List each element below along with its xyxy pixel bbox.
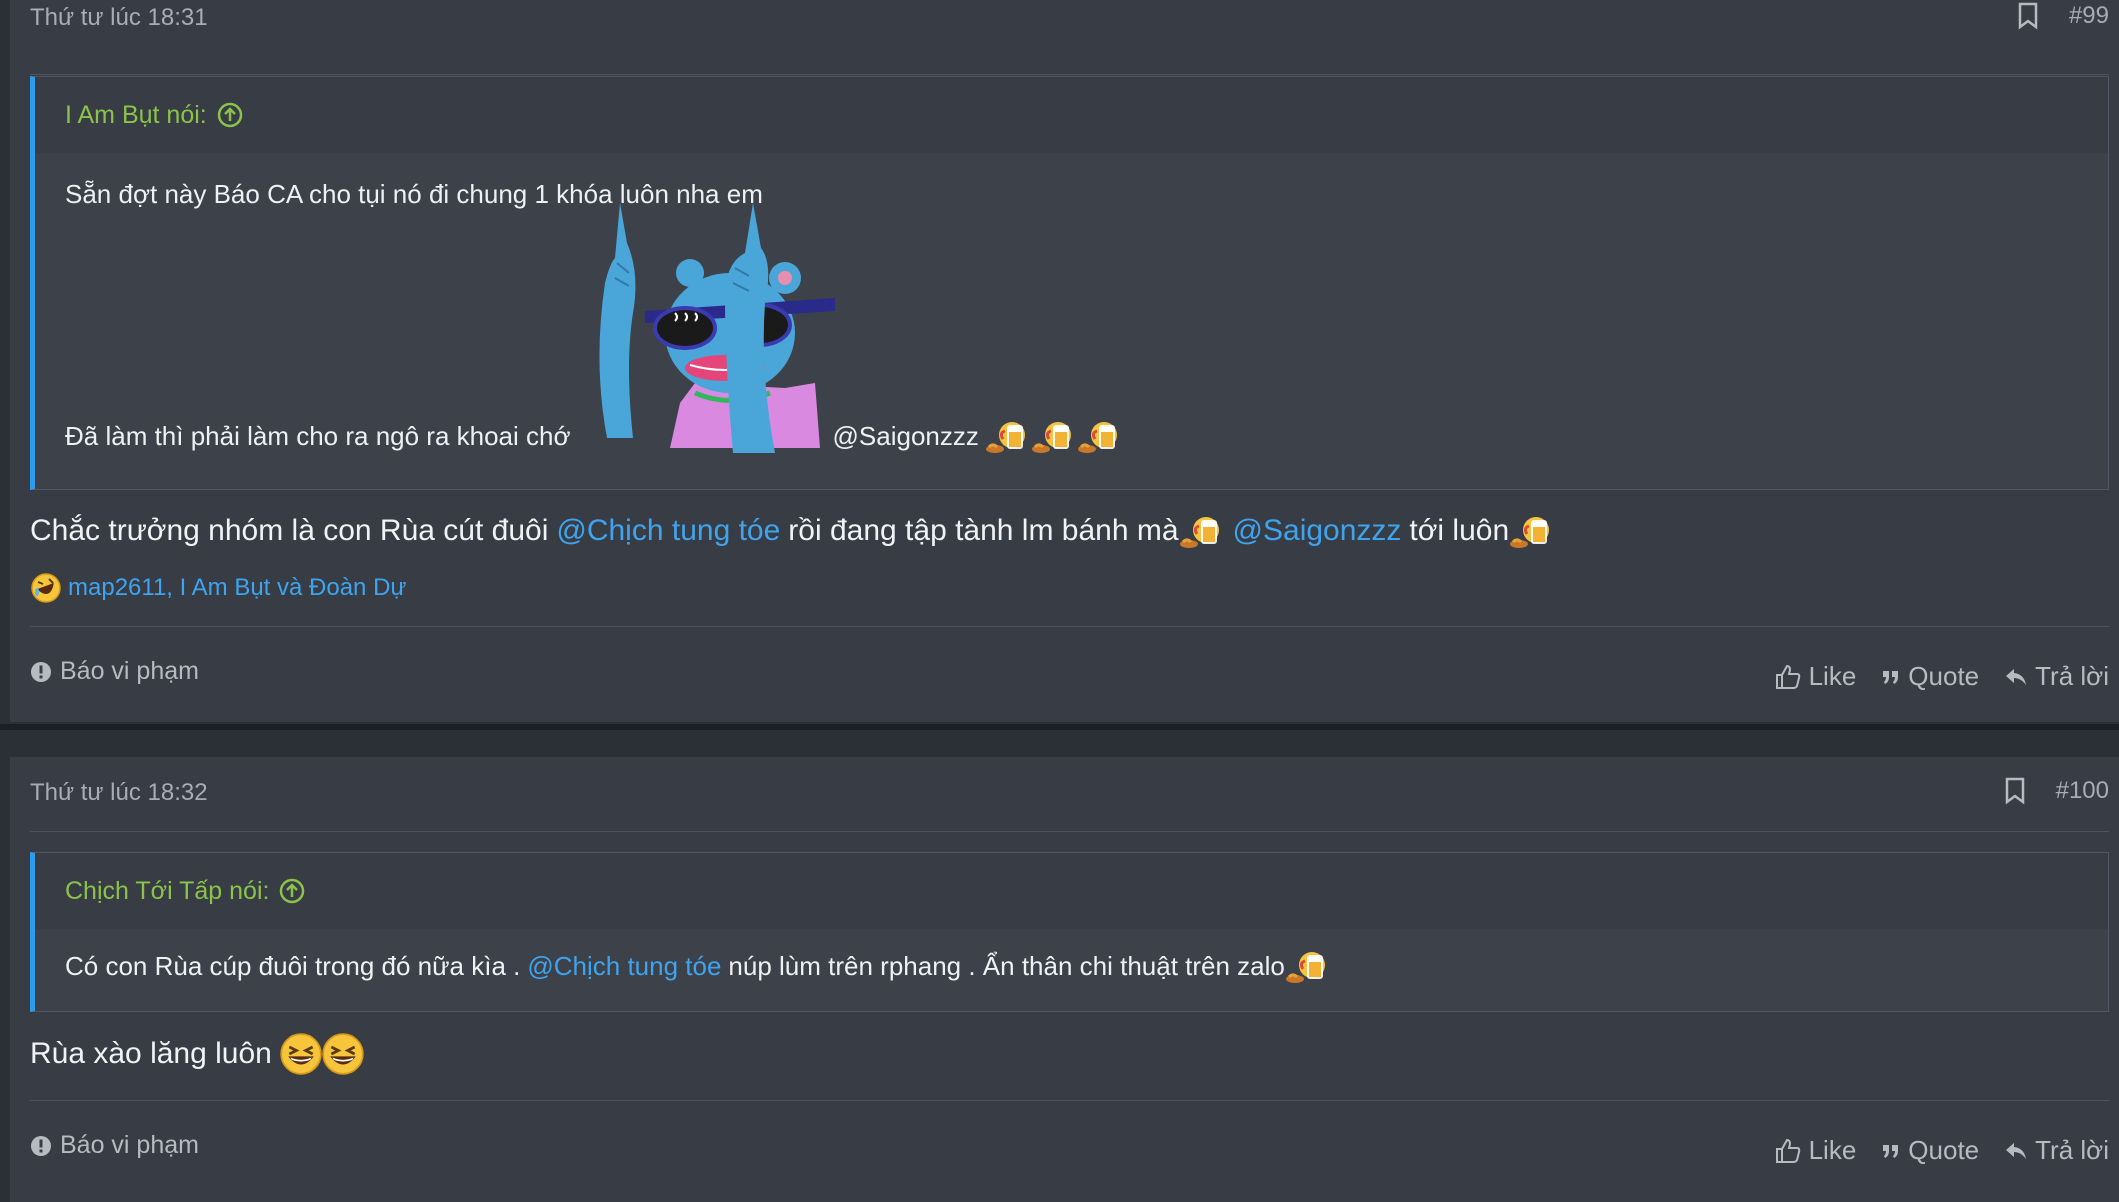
post-actions: Like Quote Trả lời	[1775, 1135, 2109, 1166]
arrow-up-circle-icon[interactable]	[217, 102, 243, 128]
beer-emoji	[984, 420, 1027, 455]
post-body-text-3: tới luôn	[1409, 514, 1510, 547]
like-label: Like	[1808, 1135, 1857, 1165]
arrow-up-circle-icon[interactable]	[279, 878, 305, 904]
mention-chich-tung-toe[interactable]: @Chịch tung tóe	[556, 514, 780, 548]
beer-emoji	[1509, 515, 1551, 550]
post-body-text-2: rồi đang tập tành lm bánh mà	[788, 514, 1179, 547]
bookmark-icon[interactable]	[2004, 777, 2026, 805]
quote-header: I Am Bụt nói:	[35, 77, 2108, 153]
post-actions: Like Quote Trả lời	[1775, 661, 2109, 692]
reply-icon	[2006, 668, 2027, 685]
post-header-right: #100	[2004, 777, 2109, 805]
report-button[interactable]: Báo vi phạm	[30, 657, 199, 686]
quote-text-2: núp lùm trên rphang . Ẩn thân chi thuật …	[728, 950, 1285, 981]
grinning-emoji	[321, 1033, 364, 1075]
sticker-image	[599, 203, 835, 453]
post-footer: Báo vi phạm Like Quote Trả lời	[30, 626, 2109, 723]
quote-line: Có con Rùa cúp đuôi trong đó nữa kìa . @…	[65, 947, 1329, 985]
post-separator	[0, 724, 2119, 730]
quote-line-2-text: Đã làm thì phải làm cho ra ngô ra khoai …	[65, 420, 571, 451]
beer-emoji	[1284, 950, 1327, 985]
reply-label: Trả lời	[2035, 661, 2109, 691]
like-button[interactable]: Like	[1775, 661, 1857, 692]
quote-icon	[1883, 670, 1899, 684]
reply-button[interactable]: Trả lời	[2005, 661, 2109, 692]
post-date[interactable]: Thứ tư lúc 18:31	[30, 4, 208, 32]
quote-author[interactable]: Chịch Tới Tấp nói:	[65, 877, 269, 906]
mention-saigonzzz[interactable]: @Saigonzzz	[833, 421, 979, 452]
quote-block: Chịch Tới Tấp nói: Có con Rùa cúp đuôi t…	[30, 852, 2109, 1012]
reply-icon	[2006, 1142, 2027, 1159]
quote-block: I Am Bụt nói: Sẵn đợt này Báo CA cho tụi…	[30, 76, 2109, 490]
post-footer: Báo vi phạm Like Quote Trả lời	[30, 1100, 2109, 1197]
quote-header: Chịch Tới Tấp nói:	[35, 853, 2108, 929]
quote-button[interactable]: Quote	[1882, 661, 1979, 692]
reaction-summary: map2611, I Am Bụt và Đoàn Dự	[30, 572, 406, 604]
post-body-text: Rùa xào lăng luôn	[30, 1037, 272, 1070]
mention-saigonzzz[interactable]: @Saigonzzz	[1233, 514, 1402, 548]
post-body: Chắc trưởng nhóm là con Rùa cút đuôi @Ch…	[30, 512, 1553, 550]
report-label: Báo vi phạm	[60, 1131, 199, 1159]
post-header-right: #99	[2017, 2, 2109, 30]
post-date[interactable]: Thứ tư lúc 18:32	[30, 779, 208, 807]
post-99: Thứ tư lúc 18:31 #99 I Am Bụt nói: Sẵn đ…	[10, 0, 2119, 722]
warning-icon	[31, 661, 51, 682]
bookmark-icon[interactable]	[2017, 2, 2039, 30]
quote-line-2: Đã làm thì phải làm cho ra ngô ra khoai …	[65, 417, 1121, 455]
quote-author[interactable]: I Am Bụt nói:	[65, 101, 207, 130]
reply-label: Trả lời	[2035, 1135, 2109, 1165]
post-header: Thứ tư lúc 18:31 #99	[30, 0, 2109, 75]
thumbs-up-icon	[1775, 664, 1800, 689]
quote-label: Quote	[1908, 661, 1980, 691]
laugh-react-icon[interactable]	[30, 572, 62, 604]
mention-chich-tung-toe[interactable]: @Chịch tung tóe	[527, 951, 721, 982]
post-number[interactable]: #99	[2069, 2, 2109, 30]
beer-emoji	[1076, 420, 1119, 455]
post-body: Rùa xào lăng luôn	[30, 1033, 364, 1075]
thumbs-up-icon	[1775, 1138, 1800, 1163]
post-header: Thứ tư lúc 18:32 #100	[30, 757, 2109, 832]
post-number[interactable]: #100	[2056, 777, 2109, 805]
beer-emoji	[1178, 515, 1221, 550]
quote-button[interactable]: Quote	[1882, 1135, 1979, 1166]
warning-icon	[31, 1135, 51, 1156]
quote-icon	[1883, 1144, 1899, 1158]
quote-label: Quote	[1908, 1135, 1980, 1165]
report-label: Báo vi phạm	[60, 657, 199, 685]
reaction-users-link[interactable]: map2611, I Am Bụt và Đoàn Dự	[68, 574, 406, 602]
beer-emoji	[1030, 420, 1073, 455]
post-body-text-1: Chắc trưởng nhóm là con Rùa cút đuôi	[30, 514, 549, 547]
quote-content: Có con Rùa cúp đuôi trong đó nữa kìa . @…	[35, 929, 2108, 1009]
like-label: Like	[1808, 661, 1857, 691]
grinning-emoji	[279, 1033, 322, 1075]
report-button[interactable]: Báo vi phạm	[30, 1131, 199, 1160]
quote-content: Sẵn đợt này Báo CA cho tụi nó đi chung 1…	[35, 153, 2108, 487]
reply-button[interactable]: Trả lời	[2005, 1135, 2109, 1166]
quote-text-1: Có con Rùa cúp đuôi trong đó nữa kìa .	[65, 950, 521, 981]
post-100: Thứ tư lúc 18:32 #100 Chịch Tới Tấp nói:…	[10, 757, 2119, 1202]
like-button[interactable]: Like	[1775, 1135, 1857, 1166]
